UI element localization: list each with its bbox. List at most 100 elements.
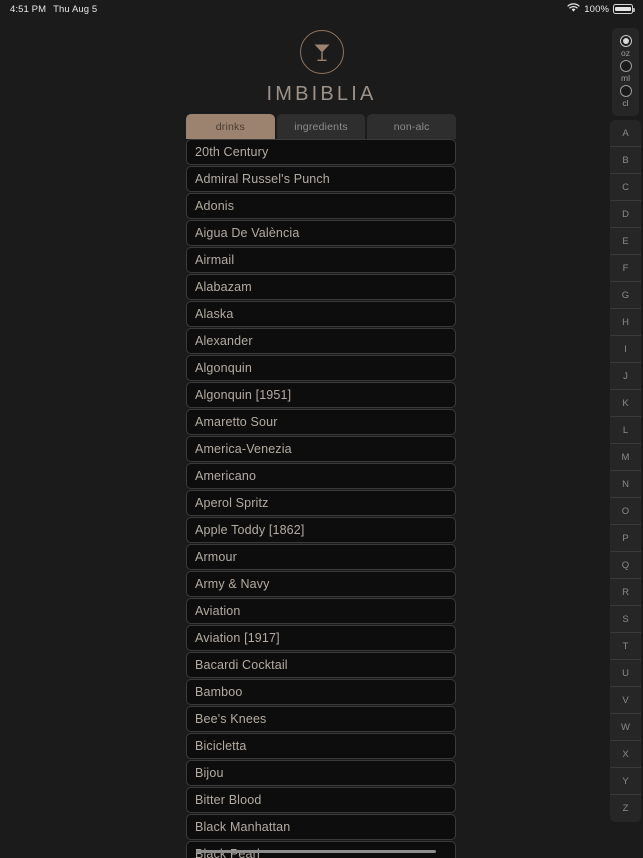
status-date: Thu Aug 5: [53, 3, 98, 15]
list-item[interactable]: Bijou: [186, 760, 456, 786]
list-item[interactable]: Armour: [186, 544, 456, 570]
alpha-index-I[interactable]: I: [610, 336, 641, 363]
alpha-index-L[interactable]: L: [610, 417, 641, 444]
list-item-label: Aviation: [195, 604, 241, 618]
alpha-index-O[interactable]: O: [610, 498, 641, 525]
list-item[interactable]: Bicicletta: [186, 733, 456, 759]
cocktail-glass-icon: [299, 30, 344, 74]
alpha-index-G[interactable]: G: [610, 282, 641, 309]
alpha-index-N[interactable]: N: [610, 471, 641, 498]
alpha-index-U[interactable]: U: [610, 660, 641, 687]
list-item[interactable]: Admiral Russel's Punch: [186, 166, 456, 192]
list-item[interactable]: Bitter Blood: [186, 787, 456, 813]
list-item[interactable]: Aigua De València: [186, 220, 456, 246]
status-bar: 4:51 PM Thu Aug 5 100%: [0, 0, 643, 18]
list-item-label: Algonquin: [195, 361, 252, 375]
list-item[interactable]: 20th Century: [186, 139, 456, 165]
list-item[interactable]: Apple Toddy [1862]: [186, 517, 456, 543]
radio-icon[interactable]: [619, 85, 632, 97]
alphabet-index[interactable]: ABCDEFGHIJKLMNOPQRSTUVWXYZ: [610, 120, 641, 822]
horizontal-scrollbar[interactable]: [196, 850, 436, 853]
unit-option-label: oz: [621, 48, 630, 58]
unit-option-cl[interactable]: cl: [619, 85, 632, 110]
alpha-index-C[interactable]: C: [610, 174, 641, 201]
list-item-label: Bijou: [195, 766, 224, 780]
alpha-index-A[interactable]: A: [610, 120, 641, 147]
list-item[interactable]: Aviation: [186, 598, 456, 624]
tab-bar: drinks ingredients non-alc: [186, 114, 457, 139]
tab-non-alc[interactable]: non-alc: [367, 114, 457, 139]
list-item[interactable]: Bacardi Cocktail: [186, 652, 456, 678]
wifi-icon: [567, 2, 580, 16]
alpha-index-Y[interactable]: Y: [610, 768, 641, 795]
status-bar-left: 4:51 PM Thu Aug 5: [10, 4, 97, 15]
alpha-index-D[interactable]: D: [610, 201, 641, 228]
list-item-label: Americano: [195, 469, 257, 483]
status-bar-right: 100%: [567, 2, 635, 16]
alpha-index-P[interactable]: P: [610, 525, 641, 552]
tab-drinks[interactable]: drinks: [186, 114, 275, 139]
unit-option-label: cl: [622, 98, 629, 108]
unit-option-label: ml: [621, 73, 630, 83]
list-item-label: Adonis: [195, 199, 235, 213]
list-item-label: Alaska: [195, 307, 234, 321]
list-item[interactable]: Aperol Spritz: [186, 490, 456, 516]
list-item[interactable]: Amaretto Sour: [186, 409, 456, 435]
tab-ingredients[interactable]: ingredients: [276, 114, 366, 139]
list-item-label: Black Pearl: [195, 847, 260, 858]
list-item-label: Bacardi Cocktail: [195, 658, 288, 672]
battery-percent-label: 100%: [584, 3, 609, 15]
list-item-label: Aviation [1917]: [195, 631, 280, 645]
list-item-label: Bamboo: [195, 685, 243, 699]
alpha-index-K[interactable]: K: [610, 390, 641, 417]
list-item[interactable]: Alabazam: [186, 274, 456, 300]
alpha-index-X[interactable]: X: [610, 741, 641, 768]
alpha-index-H[interactable]: H: [610, 309, 641, 336]
alpha-index-E[interactable]: E: [610, 228, 641, 255]
list-item[interactable]: Aviation [1917]: [186, 625, 456, 651]
list-item[interactable]: Algonquin [1951]: [186, 382, 456, 408]
list-item[interactable]: Black Manhattan: [186, 814, 456, 840]
alpha-index-T[interactable]: T: [610, 633, 641, 660]
drink-list[interactable]: 20th Century Admiral Russel's Punch Adonis…: [186, 139, 456, 858]
list-item[interactable]: Bee's Knees: [186, 706, 456, 732]
list-item-label: Army & Navy: [195, 577, 270, 591]
list-item-label: Bitter Blood: [195, 793, 262, 807]
alpha-index-Q[interactable]: Q: [610, 552, 641, 579]
list-item[interactable]: Adonis: [186, 193, 456, 219]
list-item[interactable]: Army & Navy: [186, 571, 456, 597]
list-item-label: Armour: [195, 550, 237, 564]
list-item-label: Aigua De València: [195, 226, 300, 240]
alpha-index-M[interactable]: M: [610, 444, 641, 471]
page-title: IMBIBLIA: [266, 83, 377, 105]
list-item-label: Alabazam: [195, 280, 252, 294]
list-item-label: Apple Toddy [1862]: [195, 523, 305, 537]
radio-icon[interactable]: [619, 60, 632, 72]
list-item[interactable]: Algonquin: [186, 355, 456, 381]
alpha-index-S[interactable]: S: [610, 606, 641, 633]
list-item[interactable]: Alaska: [186, 301, 456, 327]
list-item[interactable]: Bamboo: [186, 679, 456, 705]
list-item-label: Amaretto Sour: [195, 415, 278, 429]
app-header: IMBIBLIA: [0, 30, 643, 106]
radio-icon[interactable]: [619, 35, 632, 47]
status-time: 4:51 PM: [10, 3, 47, 15]
list-item[interactable]: Airmail: [186, 247, 456, 273]
list-item[interactable]: Alexander: [186, 328, 456, 354]
battery-fill: [615, 6, 631, 12]
unit-selector[interactable]: oz ml cl: [612, 28, 639, 116]
list-item[interactable]: America-Venezia: [186, 436, 456, 462]
alpha-index-B[interactable]: B: [610, 147, 641, 174]
alpha-index-W[interactable]: W: [610, 714, 641, 741]
unit-option-ml[interactable]: ml: [619, 60, 632, 85]
battery-icon: [613, 4, 635, 14]
alpha-index-F[interactable]: F: [610, 255, 641, 282]
list-item[interactable]: Americano: [186, 463, 456, 489]
app-screen: 4:51 PM Thu Aug 5 100% IMBIBLIA drinks i…: [0, 0, 643, 858]
unit-option-oz[interactable]: oz: [619, 35, 632, 60]
alpha-index-R[interactable]: R: [610, 579, 641, 606]
alpha-index-V[interactable]: V: [610, 687, 641, 714]
alpha-index-J[interactable]: J: [610, 363, 641, 390]
list-item-label: Alexander: [195, 334, 253, 348]
alpha-index-Z[interactable]: Z: [610, 795, 641, 822]
